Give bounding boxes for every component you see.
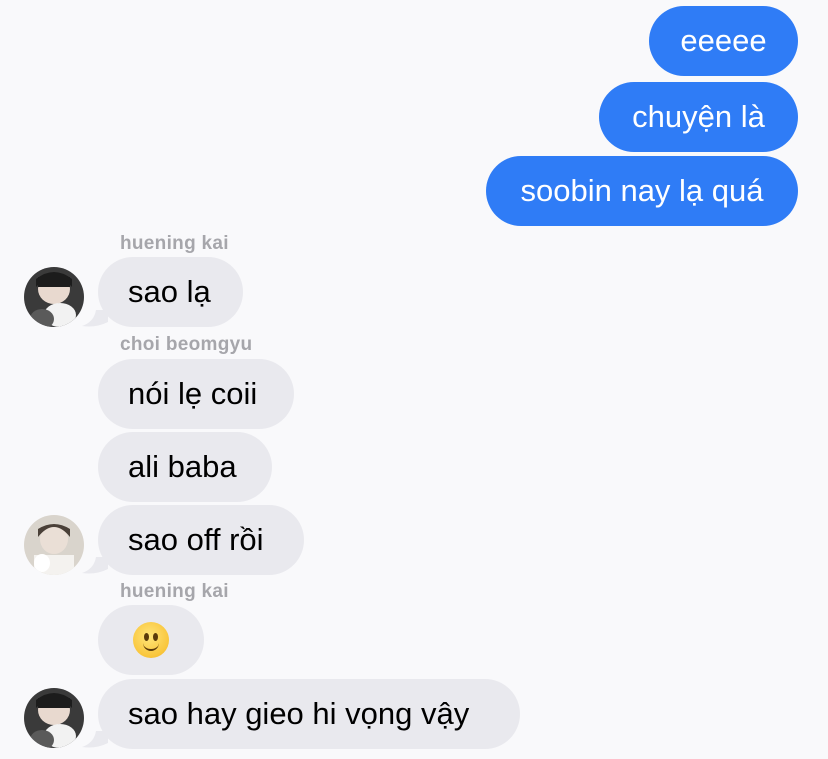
message-text: sao off rồi <box>128 522 264 557</box>
outgoing-message[interactable]: soobin nay lạ quá <box>486 156 798 226</box>
message-text: eeeee <box>680 23 767 58</box>
avatar-huening-kai-icon <box>24 267 84 327</box>
avatar[interactable] <box>24 267 84 327</box>
incoming-message[interactable]: sao lạ <box>98 257 243 327</box>
avatar-choi-beomgyu-icon <box>24 515 84 575</box>
incoming-message[interactable]: nói lẹ coii <box>98 359 294 429</box>
slightly-smiling-face-icon <box>133 622 169 658</box>
message-text: chuyện là <box>632 99 765 134</box>
outgoing-message[interactable]: chuyện là <box>599 82 798 152</box>
avatar[interactable] <box>24 688 84 748</box>
message-text: sao lạ <box>128 274 211 309</box>
incoming-message[interactable]: sao off rồi <box>98 505 304 575</box>
incoming-message[interactable] <box>98 605 204 675</box>
message-text: soobin nay lạ quá <box>520 173 764 208</box>
avatar[interactable] <box>24 515 84 575</box>
outgoing-message[interactable]: eeeee <box>649 6 798 76</box>
message-text: sao hay gieo hi vọng vậy <box>128 696 470 731</box>
incoming-message[interactable]: sao hay gieo hi vọng vậy <box>98 679 520 749</box>
avatar-huening-kai-icon <box>24 688 84 748</box>
message-text: ali baba <box>128 449 237 484</box>
sender-name: huening kai <box>120 233 229 254</box>
incoming-message[interactable]: ali baba <box>98 432 272 502</box>
sender-name: choi beomgyu <box>120 334 253 355</box>
message-text: nói lẹ coii <box>128 376 258 411</box>
sender-name: huening kai <box>120 581 229 602</box>
